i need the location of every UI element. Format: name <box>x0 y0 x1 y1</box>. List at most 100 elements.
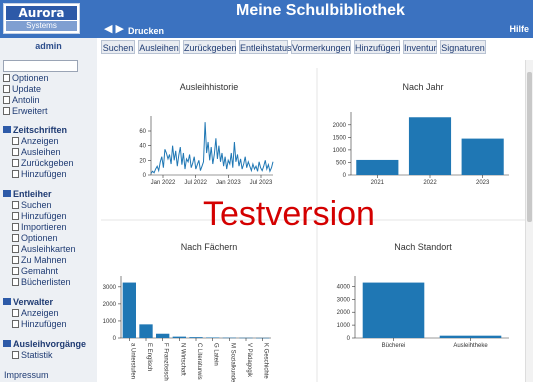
document-icon <box>12 267 19 275</box>
tab-vormerkungen[interactable]: Vormerkungen <box>291 40 351 54</box>
tab-inventur[interactable]: Inventur <box>403 40 437 54</box>
tab-hinzufuegen[interactable]: Hinzufügen <box>354 40 401 54</box>
main-scrollbar-thumb[interactable] <box>527 72 532 222</box>
sidebar-item-optionen[interactable]: Optionen <box>3 73 49 84</box>
chart2-ytick-label: 2000 <box>333 123 347 129</box>
document-icon <box>3 107 10 115</box>
sidebar-item-statistik[interactable]: Statistik <box>12 350 53 361</box>
chart3-ytick-label: 2000 <box>103 302 117 308</box>
back-forward-arrows-icon[interactable]: ◀ ▶ <box>104 24 124 35</box>
app-logo[interactable]: Aurora Systems <box>3 3 80 34</box>
chart2-xtick-label: 2022 <box>423 180 437 186</box>
sidebar-item-entleiher-importieren[interactable]: Importieren <box>12 222 67 233</box>
document-icon <box>3 96 10 104</box>
chart3-bar <box>189 337 203 338</box>
document-icon <box>12 223 19 231</box>
chart2-xtick-label: 2021 <box>371 180 385 186</box>
logo-main: Aurora <box>6 6 77 20</box>
sidebar-item-entleiher-zu-mahnen[interactable]: Zu Mahnen <box>12 255 67 266</box>
chart3-xtick-label: G Latein <box>213 343 219 366</box>
chart4-ytick-label: 3000 <box>337 297 351 303</box>
folder-icon <box>3 340 11 347</box>
sidebar-item-zeitschriften-zurueckgeben[interactable]: Zurückgeben <box>12 158 74 169</box>
header-bar: Aurora Systems ◀ ▶ Drucken Meine Schulbi… <box>0 0 533 38</box>
chart3-bar <box>172 336 186 338</box>
sidebar-item-entleiher-hinzufuegen[interactable]: Hinzufügen <box>12 211 67 222</box>
help-link[interactable]: Hilfe <box>509 24 529 34</box>
chart1-ytick-label: 0 <box>143 173 147 179</box>
document-icon <box>12 320 19 328</box>
tab-entleihstatus[interactable]: Entleihstatus <box>239 40 292 54</box>
chart3-ytick-label: 1000 <box>103 319 117 325</box>
logo-sub: Systems <box>6 21 77 31</box>
document-icon <box>12 351 19 359</box>
chart4-ytick-label: 0 <box>347 336 351 342</box>
chart2-ytick-label: 0 <box>343 173 347 179</box>
logged-in-user: admin <box>35 41 62 51</box>
chart3-xtick-label: M Sozialkunde <box>229 343 235 382</box>
chart3-ytick-label: 0 <box>113 336 117 342</box>
chart3-xtick-label: F Französisch <box>163 343 169 381</box>
chart2-bar <box>461 138 504 175</box>
chart2-ytick-label: 500 <box>336 160 347 166</box>
sidebar-item-antolin[interactable]: Antolin <box>3 95 40 106</box>
chart3-bar <box>206 337 220 338</box>
chart2-bar <box>408 117 452 175</box>
document-icon <box>12 137 19 145</box>
sidebar-item-zeitschriften-ausleihen[interactable]: Ausleihen <box>12 147 61 158</box>
document-icon <box>12 148 19 156</box>
sidebar-search-input[interactable] <box>3 60 78 72</box>
folder-icon <box>3 126 11 133</box>
document-icon <box>12 234 19 242</box>
sidebar-item-entleiher-suchen[interactable]: Suchen <box>12 200 52 211</box>
chart2-ytick-label: 1500 <box>333 135 347 141</box>
tab-suchen[interactable]: Suchen <box>101 40 135 54</box>
sidebar-section-ausleihvorgaenge[interactable]: Ausleihvorgänge <box>3 339 86 349</box>
chart3-xtick-label: K Geschichte <box>263 343 269 379</box>
chart1-ytick-label: 40 <box>139 144 146 150</box>
chart3-ytick-label: 3000 <box>103 285 117 291</box>
chart4-xtick-label: Bücherei <box>382 343 406 349</box>
chart1-series-line <box>150 122 274 174</box>
document-icon <box>12 201 19 209</box>
chart1-xtick-label: Jul 2022 <box>184 180 207 186</box>
chart1-xtick-label: Jan 2023 <box>216 180 241 186</box>
folder-icon <box>3 190 11 197</box>
tab-ausleihen[interactable]: Ausleihen <box>138 40 180 54</box>
chart4-ytick-label: 2000 <box>337 310 351 316</box>
sidebar-item-entleiher-gemahnt[interactable]: Gemahnt <box>12 266 58 277</box>
impressum-link[interactable]: Impressum <box>4 370 49 380</box>
chart1-xtick-label: Jan 2022 <box>151 180 176 186</box>
chart3-xtick-label: N Wirtschaft <box>179 343 185 376</box>
tab-zurueckgeben[interactable]: Zurückgeben <box>183 40 237 54</box>
chart4-bar <box>362 282 425 338</box>
chart1-title: Ausleihhistorie <box>180 82 239 92</box>
sidebar-section-entleiher[interactable]: Entleiher <box>3 189 52 199</box>
sidebar-item-entleiher-ausleihkarten[interactable]: Ausleihkarten <box>12 244 76 255</box>
chart3-bar <box>156 333 170 338</box>
sidebar-item-entleiher-buecherlisten[interactable]: Bücherlisten <box>12 277 71 288</box>
sidebar-section-zeitschriften[interactable]: Zeitschriften <box>3 125 67 135</box>
document-icon <box>12 212 19 220</box>
document-icon <box>3 85 10 93</box>
sidebar-item-update[interactable]: Update <box>3 84 41 95</box>
document-icon <box>12 170 19 178</box>
document-icon <box>12 256 19 264</box>
sidebar-item-entleiher-optionen[interactable]: Optionen <box>12 233 58 244</box>
sidebar-item-erweitert[interactable]: Erweitert <box>3 106 48 117</box>
chart4-title: Nach Standort <box>394 242 452 252</box>
print-link[interactable]: Drucken <box>128 26 164 36</box>
chart2-bar <box>356 159 399 175</box>
chart4-xtick-label: Ausleihtheke <box>453 343 488 349</box>
sidebar-item-verwalter-hinzufuegen[interactable]: Hinzufügen <box>12 319 67 330</box>
sidebar-item-zeitschriften-hinzufuegen[interactable]: Hinzufügen <box>12 169 67 180</box>
document-icon <box>12 245 19 253</box>
sidebar-item-verwalter-anzeigen[interactable]: Anzeigen <box>12 308 59 319</box>
sidebar-item-zeitschriften-anzeigen[interactable]: Anzeigen <box>12 136 59 147</box>
document-icon <box>12 159 19 167</box>
chart1-xtick-label: Jul 2023 <box>250 180 273 186</box>
chart4-ytick-label: 4000 <box>337 284 351 290</box>
sidebar-section-verwalter[interactable]: Verwalter <box>3 297 53 307</box>
tab-signaturen[interactable]: Signaturen <box>440 40 486 54</box>
statistics-panel: Ausleihhistorie 0 20 40 60 Jan 2022 Jul 2022 Ja… <box>101 60 533 383</box>
